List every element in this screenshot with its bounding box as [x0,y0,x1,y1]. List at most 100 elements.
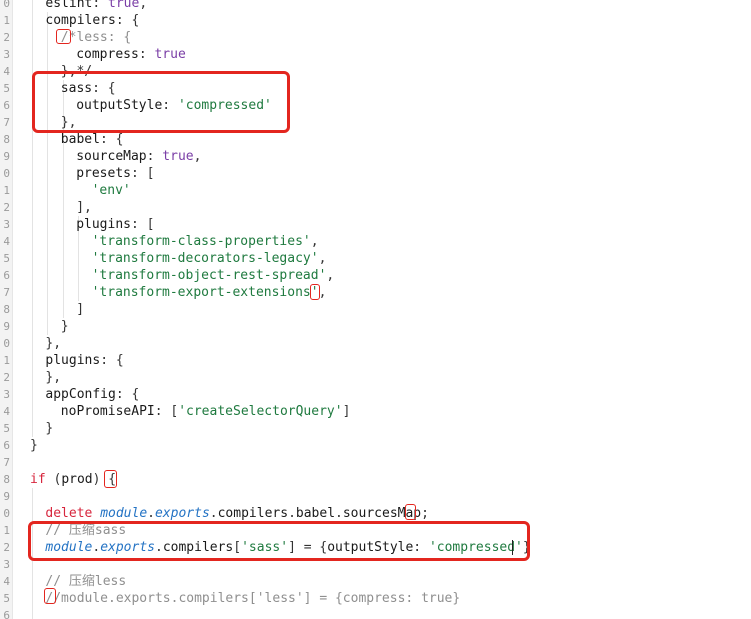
code-editor[interactable]: 0 1 2 3 4 5 6 7 8 9 0 1 2 3 4 5 6 7 8 9 0 1 2 3 4 5 6 7 8 9 0 1 2 3 4 5 6 es… [0,0,751,619]
line-number: 4 [3,65,10,78]
line-number: 3 [3,218,10,231]
code-line-text: 'transform-object-rest-spread', [91,268,335,283]
bracket-match-mark [104,470,117,488]
bracket-match-mark [56,29,71,44]
code-line[interactable]: appConfig: { [45,386,139,403]
line-number: 3 [3,388,10,401]
line-number: 6 [3,439,10,452]
code-line-text: appConfig: { [45,387,140,402]
code-line[interactable]: 'transform-class-properties', [92,233,319,250]
bracket-match-mark [405,504,416,520]
code-line[interactable]: 'transform-decorators-legacy', [92,250,327,267]
code-line-text: ], [76,200,92,215]
prod-sass-highlight-box [28,521,530,561]
line-number: 2 [3,31,10,44]
code-line[interactable]: }, [45,335,61,352]
line-number: 1 [3,14,10,27]
line-number: 2 [3,371,10,384]
line-number: 8 [3,133,10,146]
line-number: 9 [3,490,10,503]
code-line[interactable]: } [30,437,38,454]
code-line[interactable]: 'transform-export-extensions', [92,284,327,301]
code-line[interactable]: compress: true [76,46,186,63]
code-line[interactable]: plugins: [ [76,216,154,233]
code-line-text: compress: true [76,47,186,62]
code-line[interactable]: }, [45,369,61,386]
code-line-text: 'transform-export-extensions', [91,285,327,300]
code-line-text: }, [45,336,62,351]
code-line-text: delete module.exports.compilers.babel.so… [45,506,429,521]
line-number: 8 [3,303,10,316]
code-line[interactable]: 'transform-object-rest-spread', [92,267,335,284]
line-number: 3 [3,558,10,571]
code-line[interactable]: /*less: { [61,29,131,46]
code-line-text: //module.exports.compilers['less'] = {co… [45,591,461,606]
line-number: 0 [3,167,10,180]
code-line-text: } [45,421,54,436]
code-line[interactable]: eslint: true, [45,0,147,12]
line-number: 9 [3,150,10,163]
line-number: 0 [3,507,10,520]
code-line-text: } [30,438,38,453]
line-number: 1 [3,184,10,197]
code-line[interactable]: //module.exports.compilers['less'] = {co… [45,590,460,607]
line-number: 6 [3,99,10,112]
line-number-gutter: 0 1 2 3 4 5 6 7 8 9 0 1 2 3 4 5 6 7 8 9 0 1 2 3 4 5 6 7 8 9 0 1 2 3 4 5 6 [0,0,13,619]
code-line-text: 'transform-decorators-legacy', [91,251,327,266]
code-line[interactable]: presets: [ [76,165,154,182]
line-number: 7 [3,286,10,299]
code-line[interactable]: ], [76,199,92,216]
code-line-text: 'env' [91,183,131,198]
code-line-text: 'transform-class-properties', [91,234,319,249]
code-line[interactable]: 'env' [92,182,131,199]
line-number: 5 [3,592,10,605]
line-number: 4 [3,575,10,588]
line-number: 5 [3,252,10,265]
line-number: 3 [3,48,10,61]
line-number: 2 [3,541,10,554]
code-line[interactable]: sourceMap: true, [76,148,201,165]
code-line-text: compilers: { [45,13,140,28]
code-line-text: eslint: true, [45,0,148,11]
line-number: 5 [3,82,10,95]
code-line[interactable]: babel: { [61,131,124,148]
code-line[interactable]: compilers: { [45,12,139,29]
bracket-match-mark [310,284,320,300]
sass-config-highlight-box [32,71,290,133]
code-line[interactable]: noPromiseAPI: ['createSelectorQuery'] [61,403,351,420]
line-number: 6 [3,269,10,282]
code-line-text: plugins: { [45,353,124,368]
line-number: 9 [3,320,10,333]
line-number: 8 [3,473,10,486]
bracket-match-mark [44,588,56,604]
line-number: 4 [3,235,10,248]
code-line[interactable]: } [61,318,69,335]
code-line[interactable]: delete module.exports.compilers.babel.so… [45,505,429,522]
line-number: 4 [3,405,10,418]
code-line-text: } [60,319,69,334]
line-number: 1 [3,524,10,537]
line-number: 0 [3,0,10,10]
code-line-text: // 压缩less [45,574,127,589]
code-line-text: plugins: [ [76,217,155,232]
indent-guide [47,12,49,335]
line-number: 2 [3,201,10,214]
line-number: 1 [3,354,10,367]
code-line-text: }, [45,370,62,385]
code-line-text: sourceMap: true, [76,149,202,164]
code-line-text: babel: { [60,132,124,147]
line-number: 7 [3,116,10,129]
code-line-text: /*less: { [60,30,132,45]
line-number: 6 [3,609,10,619]
code-line-text: presets: [ [76,166,155,181]
code-line-text: noPromiseAPI: ['createSelectorQuery'] [60,404,351,419]
line-number: 0 [3,337,10,350]
code-line[interactable]: } [45,420,53,437]
code-line[interactable]: // 压缩less [45,573,126,590]
code-line[interactable]: plugins: { [45,352,123,369]
line-number: 7 [3,456,10,469]
code-line[interactable]: ] [76,301,84,318]
code-line-text: ] [76,302,85,317]
indent-guide [32,0,33,437]
line-number: 5 [3,422,10,435]
